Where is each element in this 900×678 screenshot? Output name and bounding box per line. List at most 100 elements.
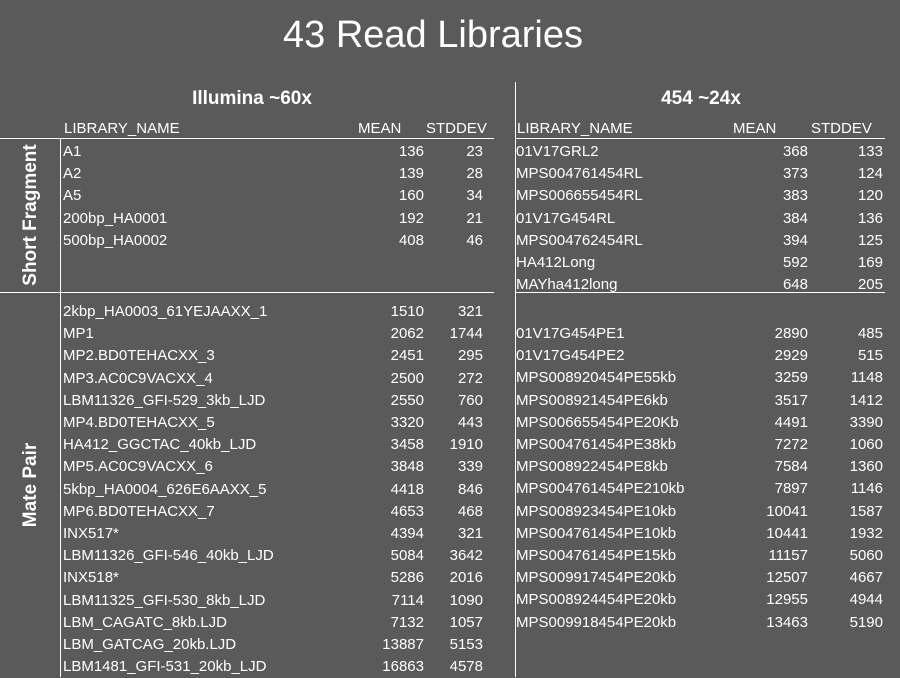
library-name-cell: HA412_GGCTAC_40kb_LJD	[63, 436, 257, 454]
stddev-cell: 3642	[449, 547, 483, 565]
library-name-cell: MPS008924454PE20kb	[516, 591, 677, 609]
stddev-cell: 133	[857, 143, 883, 160]
stddev-cell: 1412	[849, 391, 883, 409]
stddev-cell: 272	[457, 369, 483, 387]
mean-cell: 13463	[766, 613, 808, 631]
library-name-cell: LBM1481_GFI-531_20kb_LJD	[63, 658, 267, 676]
stddev-cell: 1148	[850, 369, 883, 387]
stddev-cell: 21	[466, 209, 483, 227]
library-name-cell: MPS004761454RL	[516, 165, 643, 183]
stddev-cell: 136	[857, 209, 883, 227]
library-name-cell: MP6.BD0TEHACXX_7	[63, 502, 215, 520]
mean-cell: 3517	[774, 391, 808, 409]
library-name-cell: MAYha412long	[516, 276, 618, 294]
mean-cell: 10041	[766, 502, 808, 520]
stddev-cell: 1057	[449, 613, 483, 631]
mean-cell: 3259	[774, 369, 808, 387]
library-name-cell: MPS008923454PE10kb	[516, 502, 677, 520]
stddev-cell: 760	[457, 391, 483, 409]
library-name-cell: MPS008921454PE6kb	[516, 391, 668, 409]
stddev-cell: 125	[857, 231, 883, 249]
stddev-cell: 4578	[449, 658, 483, 676]
library-name-cell: MP4.BD0TEHACXX_5	[63, 414, 215, 431]
library-name-cell: 01V17G454PE2	[516, 347, 625, 365]
mean-cell: 7897	[774, 480, 808, 498]
mean-cell: 7584	[774, 458, 808, 476]
stddev-cell: 3390	[849, 413, 883, 431]
f454-col-mean-header: MEAN	[733, 120, 777, 137]
library-name-cell: MPS008920454PE55kb	[516, 369, 677, 387]
stddev-cell: 321	[457, 303, 483, 320]
mean-cell: 7272	[774, 436, 808, 453]
illumina-col-stddev-header: STDDEV	[426, 120, 487, 137]
library-name-cell: MP1	[63, 325, 94, 343]
stddev-cell: 2016	[449, 569, 483, 587]
library-name-cell: 500bp_HA0002	[63, 231, 168, 249]
library-name-cell: MPS004761454PE38kb	[516, 436, 677, 453]
mean-cell: 394	[782, 231, 808, 249]
library-name-cell: MPS006655454PE20Kb	[516, 413, 679, 431]
stddev-cell: 4667	[849, 569, 883, 587]
mean-cell: 373	[782, 165, 808, 183]
row-label-divider	[60, 138, 61, 677]
mean-cell: 10441	[766, 524, 808, 542]
stddev-cell: 5190	[849, 613, 883, 631]
library-name-cell: MP3.AC0C9VACXX_4	[63, 369, 213, 387]
library-name-cell: MPS009917454PE20kb	[516, 569, 677, 587]
library-name-cell: 01V17G454PE1	[516, 325, 625, 342]
illumina-col-mean-header: MEAN	[358, 120, 402, 137]
library-name-cell: LBM11325_GFI-530_8kb_LJD	[63, 591, 266, 609]
library-name-cell: LBM_CAGATC_8kb.LJD	[63, 613, 227, 631]
f454-col-name-header: LIBRARY_NAME	[517, 120, 633, 137]
stddev-cell: 485	[857, 325, 883, 342]
illumina-group-header: Illumina ~60x	[192, 88, 312, 109]
library-name-cell: MP5.AC0C9VACXX_6	[63, 458, 213, 476]
library-name-cell: HA412Long	[516, 254, 596, 271]
stddev-cell: 1060	[849, 436, 883, 453]
section-divider-left	[0, 292, 494, 293]
stddev-cell: 1744	[449, 325, 483, 343]
library-name-cell: 01V17G454RL	[516, 209, 616, 227]
mean-cell: 384	[782, 209, 808, 227]
mean-cell: 2890	[774, 325, 808, 342]
stddev-cell: 339	[457, 458, 483, 476]
library-name-cell: MPS006655454RL	[516, 187, 643, 205]
stddev-cell: 295	[457, 347, 483, 365]
stddev-cell: 23	[466, 143, 483, 160]
library-name-cell: MPS004761454PE10kb	[516, 524, 677, 542]
library-name-cell: 01V17GRL2	[516, 143, 599, 160]
library-name-cell: MPS008922454PE8kb	[516, 458, 668, 476]
mean-cell: 383	[782, 187, 808, 205]
library-name-cell: 200bp_HA0001	[63, 209, 168, 227]
library-name-cell: LBM11326_GFI-546_40kb_LJD	[63, 547, 274, 565]
library-name-cell: LBM11326_GFI-529_3kb_LJD	[63, 391, 266, 409]
library-name-cell: INX517*	[63, 525, 119, 542]
mate-pair-label: Mate Pair	[20, 442, 41, 528]
stddev-cell: 5153	[449, 636, 483, 653]
library-name-cell: A5	[63, 187, 82, 205]
mean-cell: 4491	[774, 413, 808, 431]
stddev-cell: 169	[857, 254, 883, 271]
illumina-col-name-header: LIBRARY_NAME	[64, 120, 180, 137]
f454-group-header: 454 ~24x	[661, 88, 741, 109]
stddev-cell: 1910	[449, 436, 483, 454]
stddev-cell: 28	[466, 165, 483, 183]
short-fragment-label: Short Fragment	[20, 144, 41, 286]
mean-cell: 592	[782, 254, 808, 271]
stddev-cell: 205	[857, 276, 883, 294]
mean-cell: 368	[782, 143, 808, 160]
library-name-cell: 5kbp_HA0004_626E6AAXX_5	[63, 480, 267, 498]
stddev-cell: 5060	[849, 547, 883, 564]
stddev-cell: 846	[457, 480, 483, 498]
stddev-cell: 120	[857, 187, 883, 205]
stddev-cell: 1932	[849, 524, 883, 542]
stddev-cell: 34	[466, 187, 483, 205]
mean-cell: 11157	[768, 547, 809, 564]
stddev-cell: 468	[457, 502, 483, 520]
mean-cell: 2929	[774, 347, 808, 365]
library-name-cell: MP2.BD0TEHACXX_3	[63, 347, 215, 365]
library-name-cell: LBM_GATCAG_20kb.LJD	[63, 636, 237, 653]
library-name-cell: INX518*	[63, 569, 119, 587]
f454-col-stddev-header: STDDEV	[811, 120, 872, 137]
stddev-cell: 515	[857, 347, 883, 365]
